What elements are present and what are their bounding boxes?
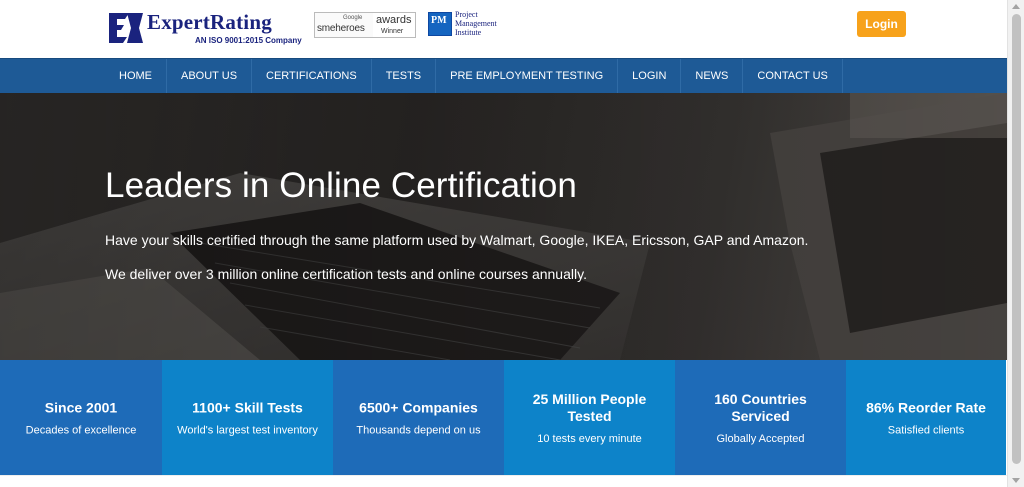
awards-winner-badge: awards Winner: [373, 12, 416, 38]
pmi-line-3: Institute: [455, 28, 482, 37]
stat-title: 86% Reorder Rate: [866, 399, 986, 415]
vertical-scrollbar[interactable]: [1007, 0, 1024, 487]
stat-card: 160 Countries Serviced Globally Accepted: [675, 360, 846, 475]
winner-label: Winner: [381, 28, 404, 35]
stat-subtitle: World's largest test inventory: [177, 424, 318, 436]
pmi-logo: PM Project Management Institute: [426, 10, 506, 40]
stat-card: 6500+ Companies Thousands depend on us: [333, 360, 504, 475]
scroll-up-icon[interactable]: [1012, 4, 1020, 9]
hero-banner: Leaders in Online Certification Have you…: [0, 93, 1007, 360]
stat-title: 25 Million People Tested: [532, 390, 647, 424]
awards-label: awards: [376, 14, 412, 26]
hero-laptop-image: [0, 93, 1007, 360]
expertrating-logo-icon: [107, 9, 145, 47]
nav-item-news[interactable]: NEWS: [681, 59, 744, 94]
stat-subtitle: Satisfied clients: [887, 424, 965, 436]
scroll-down-icon[interactable]: [1012, 478, 1020, 483]
login-button[interactable]: Login: [857, 11, 906, 37]
stat-subtitle: Globally Accepted: [716, 432, 805, 445]
main-nav: HOME ABOUT US CERTIFICATIONS TESTS PRE E…: [0, 58, 1007, 94]
stat-title: 160 Countries Serviced: [714, 390, 807, 424]
stat-card: 86% Reorder Rate Satisfied clients: [846, 360, 1006, 475]
hero-text-2: We deliver over 3 million online certifi…: [105, 266, 587, 282]
nav-item-login[interactable]: LOGIN: [618, 59, 682, 94]
nav-item-contact-us[interactable]: CONTACT US: [743, 59, 843, 94]
stat-subtitle: Thousands depend on us: [356, 424, 481, 436]
scrollbar-thumb[interactable]: [1012, 14, 1021, 464]
stat-title: 1100+ Skill Tests: [192, 399, 303, 415]
stat-title: 6500+ Companies: [359, 399, 478, 415]
google-label: Google: [343, 15, 363, 21]
expertrating-logo[interactable]: ExpertRating AN ISO 9001:2015 Company: [107, 9, 307, 49]
stat-title: Since 2001: [44, 399, 118, 415]
site-header: ExpertRating AN ISO 9001:2015 Company Go…: [0, 0, 1007, 58]
stat-subtitle: 10 tests every minute: [537, 432, 642, 445]
brand-tagline: AN ISO 9001:2015 Company: [195, 36, 302, 45]
pmi-line-2: Management: [455, 19, 497, 28]
nav-item-home[interactable]: HOME: [105, 59, 167, 94]
pmi-text: Project Management Institute: [455, 10, 497, 37]
stats-strip: Since 2001 Decades of excellence 1100+ S…: [0, 360, 1007, 475]
smeheroes-label: smeheroes: [317, 23, 365, 34]
stat-card: 1100+ Skill Tests World's largest test i…: [162, 360, 333, 475]
nav-item-certifications[interactable]: CERTIFICATIONS: [252, 59, 372, 94]
brand-name: ExpertRating: [147, 10, 272, 34]
nav-item-pre-employment-testing[interactable]: PRE EMPLOYMENT TESTING: [436, 59, 619, 94]
pmi-icon: PM: [428, 12, 452, 36]
pmi-line-1: Project: [455, 10, 478, 19]
stat-card: 25 Million People Tested 10 tests every …: [504, 360, 675, 475]
hero-heading: Leaders in Online Certification: [105, 166, 577, 205]
stat-subtitle: Decades of excellence: [25, 424, 137, 436]
page: ExpertRating AN ISO 9001:2015 Company Go…: [0, 0, 1007, 487]
stat-card: Since 2001 Decades of excellence: [0, 360, 162, 475]
nav-item-tests[interactable]: TESTS: [372, 59, 437, 94]
page-bottom: [0, 475, 1007, 487]
hero-text-1: Have your skills certified through the s…: [105, 232, 809, 248]
nav-item-about-us[interactable]: ABOUT US: [167, 59, 253, 94]
